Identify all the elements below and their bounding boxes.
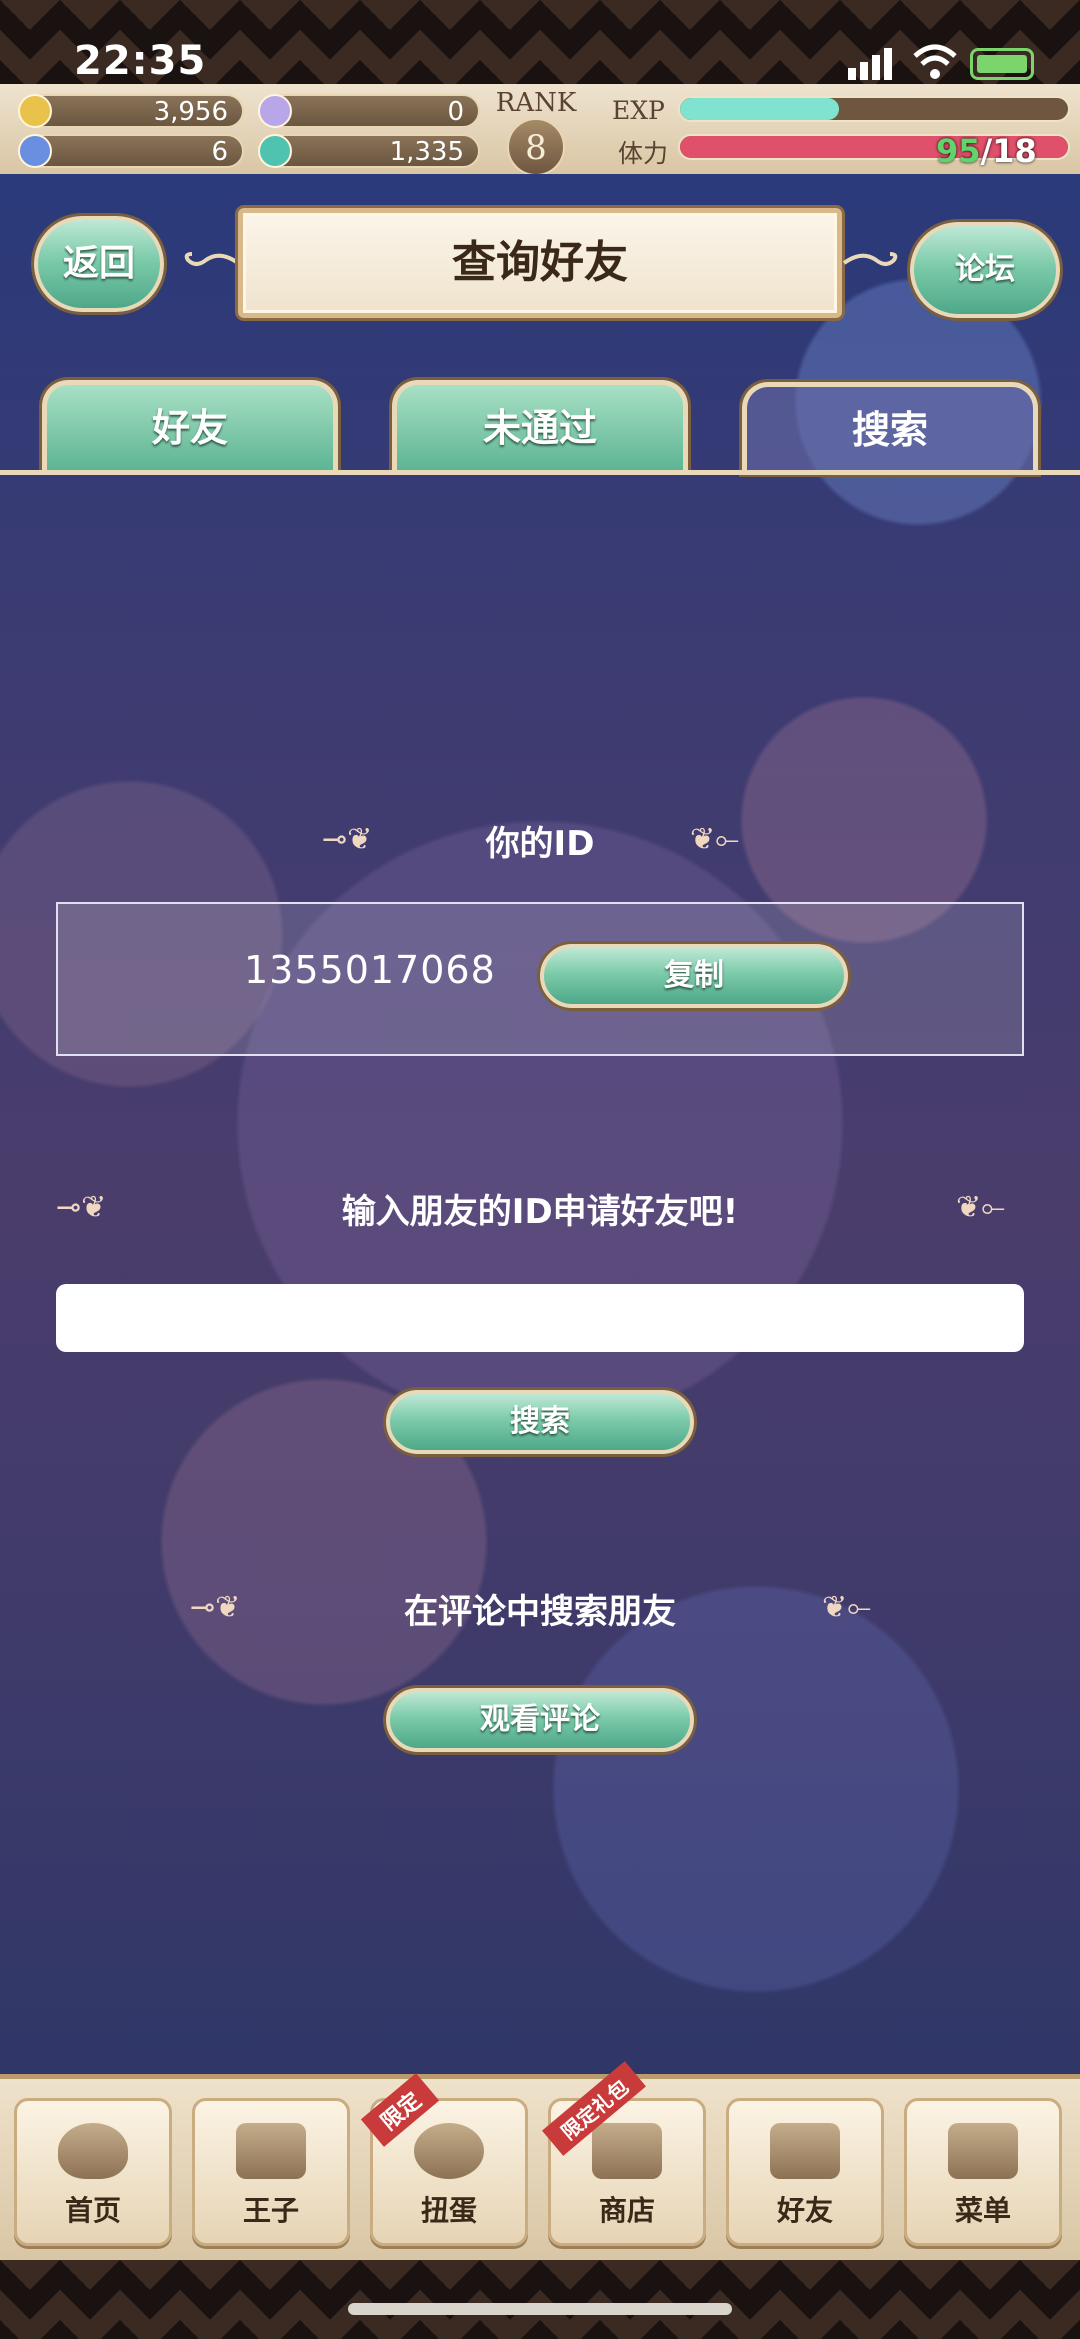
page-title: 查询好友 (452, 237, 628, 288)
home-indicator[interactable] (348, 2303, 732, 2315)
crown-icon (236, 2123, 306, 2179)
signal-icon (848, 48, 892, 80)
heart-icon (58, 2123, 128, 2179)
gold-value: 3,956 (153, 97, 228, 127)
gem-counter: 1,335 (258, 134, 480, 168)
rank-value: 8 (507, 118, 565, 176)
exp-label: EXP (612, 96, 665, 125)
crystal-value: 6 (211, 137, 228, 167)
enter-friend-id-title: 输入朋友的ID申请好友吧! (341, 1192, 739, 1232)
feather-icon (258, 94, 292, 128)
battery-charging-icon (970, 48, 1034, 80)
gem-value: 1,335 (389, 137, 464, 167)
search-button[interactable]: 搜索 (386, 1390, 694, 1454)
scroll-ornament-icon (184, 252, 240, 266)
wifi-icon (913, 44, 957, 79)
friend-id-input[interactable] (56, 1284, 1024, 1352)
ring-icon (414, 2123, 484, 2179)
nav-label: 王子 (242, 2194, 299, 2227)
shop-icon (592, 2123, 662, 2179)
nav-label: 好友 (776, 2194, 833, 2227)
tab-divider (0, 470, 1080, 475)
exp-bar (678, 96, 1070, 122)
comments-search-title: 在评论中搜索朋友 (404, 1592, 676, 1632)
status-time: 22:35 (74, 38, 207, 84)
page-title-plate: 查询好友 (238, 208, 842, 318)
feather-counter: 0 (258, 94, 480, 128)
stamina-label: 体力 (618, 139, 669, 168)
tab-search[interactable]: 搜索 (742, 382, 1038, 474)
exp-bar-fill (680, 98, 840, 120)
nav-label: 菜单 (954, 2194, 1011, 2227)
copy-id-button[interactable]: 复制 (540, 944, 848, 1008)
rank-label: RANK (495, 88, 577, 118)
your-id-value: 1355017068 (244, 948, 496, 992)
back-button[interactable]: 返回 (34, 216, 164, 312)
right-flourish-icon: ❦⟜ (690, 822, 740, 857)
grid-icon (948, 2123, 1018, 2179)
crystal-icon (18, 134, 52, 168)
nav-princes[interactable]: 王子 (192, 2098, 350, 2246)
stamina-text: 95/18 (936, 132, 1037, 170)
tiara-icon (770, 2123, 840, 2179)
gold-counter: 3,956 (18, 94, 244, 128)
stamina-max: /18 (980, 132, 1037, 170)
rank-badge: RANK 8 (488, 88, 584, 178)
nav-home[interactable]: 首页 (14, 2098, 172, 2246)
nav-menu[interactable]: 菜单 (904, 2098, 1062, 2246)
stamina-current: 95 (936, 132, 981, 170)
view-comments-button[interactable]: 观看评论 (386, 1688, 694, 1752)
gem-icon (258, 134, 292, 168)
right-flourish-icon: ❦⟜ (956, 1190, 1006, 1225)
left-flourish-icon: ⊸❦ (56, 1190, 107, 1225)
nav-label: 扭蛋 (420, 2194, 477, 2227)
crystal-counter: 6 (18, 134, 244, 168)
tab-friends[interactable]: 好友 (42, 380, 338, 472)
feather-value: 0 (447, 97, 464, 127)
bottom-pattern (0, 2260, 1080, 2339)
left-flourish-icon: ⊸❦ (190, 1590, 241, 1625)
your-id-title: 你的ID (485, 824, 595, 864)
right-flourish-icon: ❦⟜ (822, 1590, 872, 1625)
scroll-ornament-icon (842, 252, 898, 266)
nav-label: 商店 (598, 2194, 655, 2227)
tab-pending[interactable]: 未通过 (392, 380, 688, 472)
gold-coin-icon (18, 94, 52, 128)
nav-label: 首页 (64, 2194, 121, 2227)
left-flourish-icon: ⊸❦ (322, 822, 373, 857)
nav-friends[interactable]: 好友 (726, 2098, 884, 2246)
forum-button[interactable]: 论坛 (910, 222, 1060, 318)
